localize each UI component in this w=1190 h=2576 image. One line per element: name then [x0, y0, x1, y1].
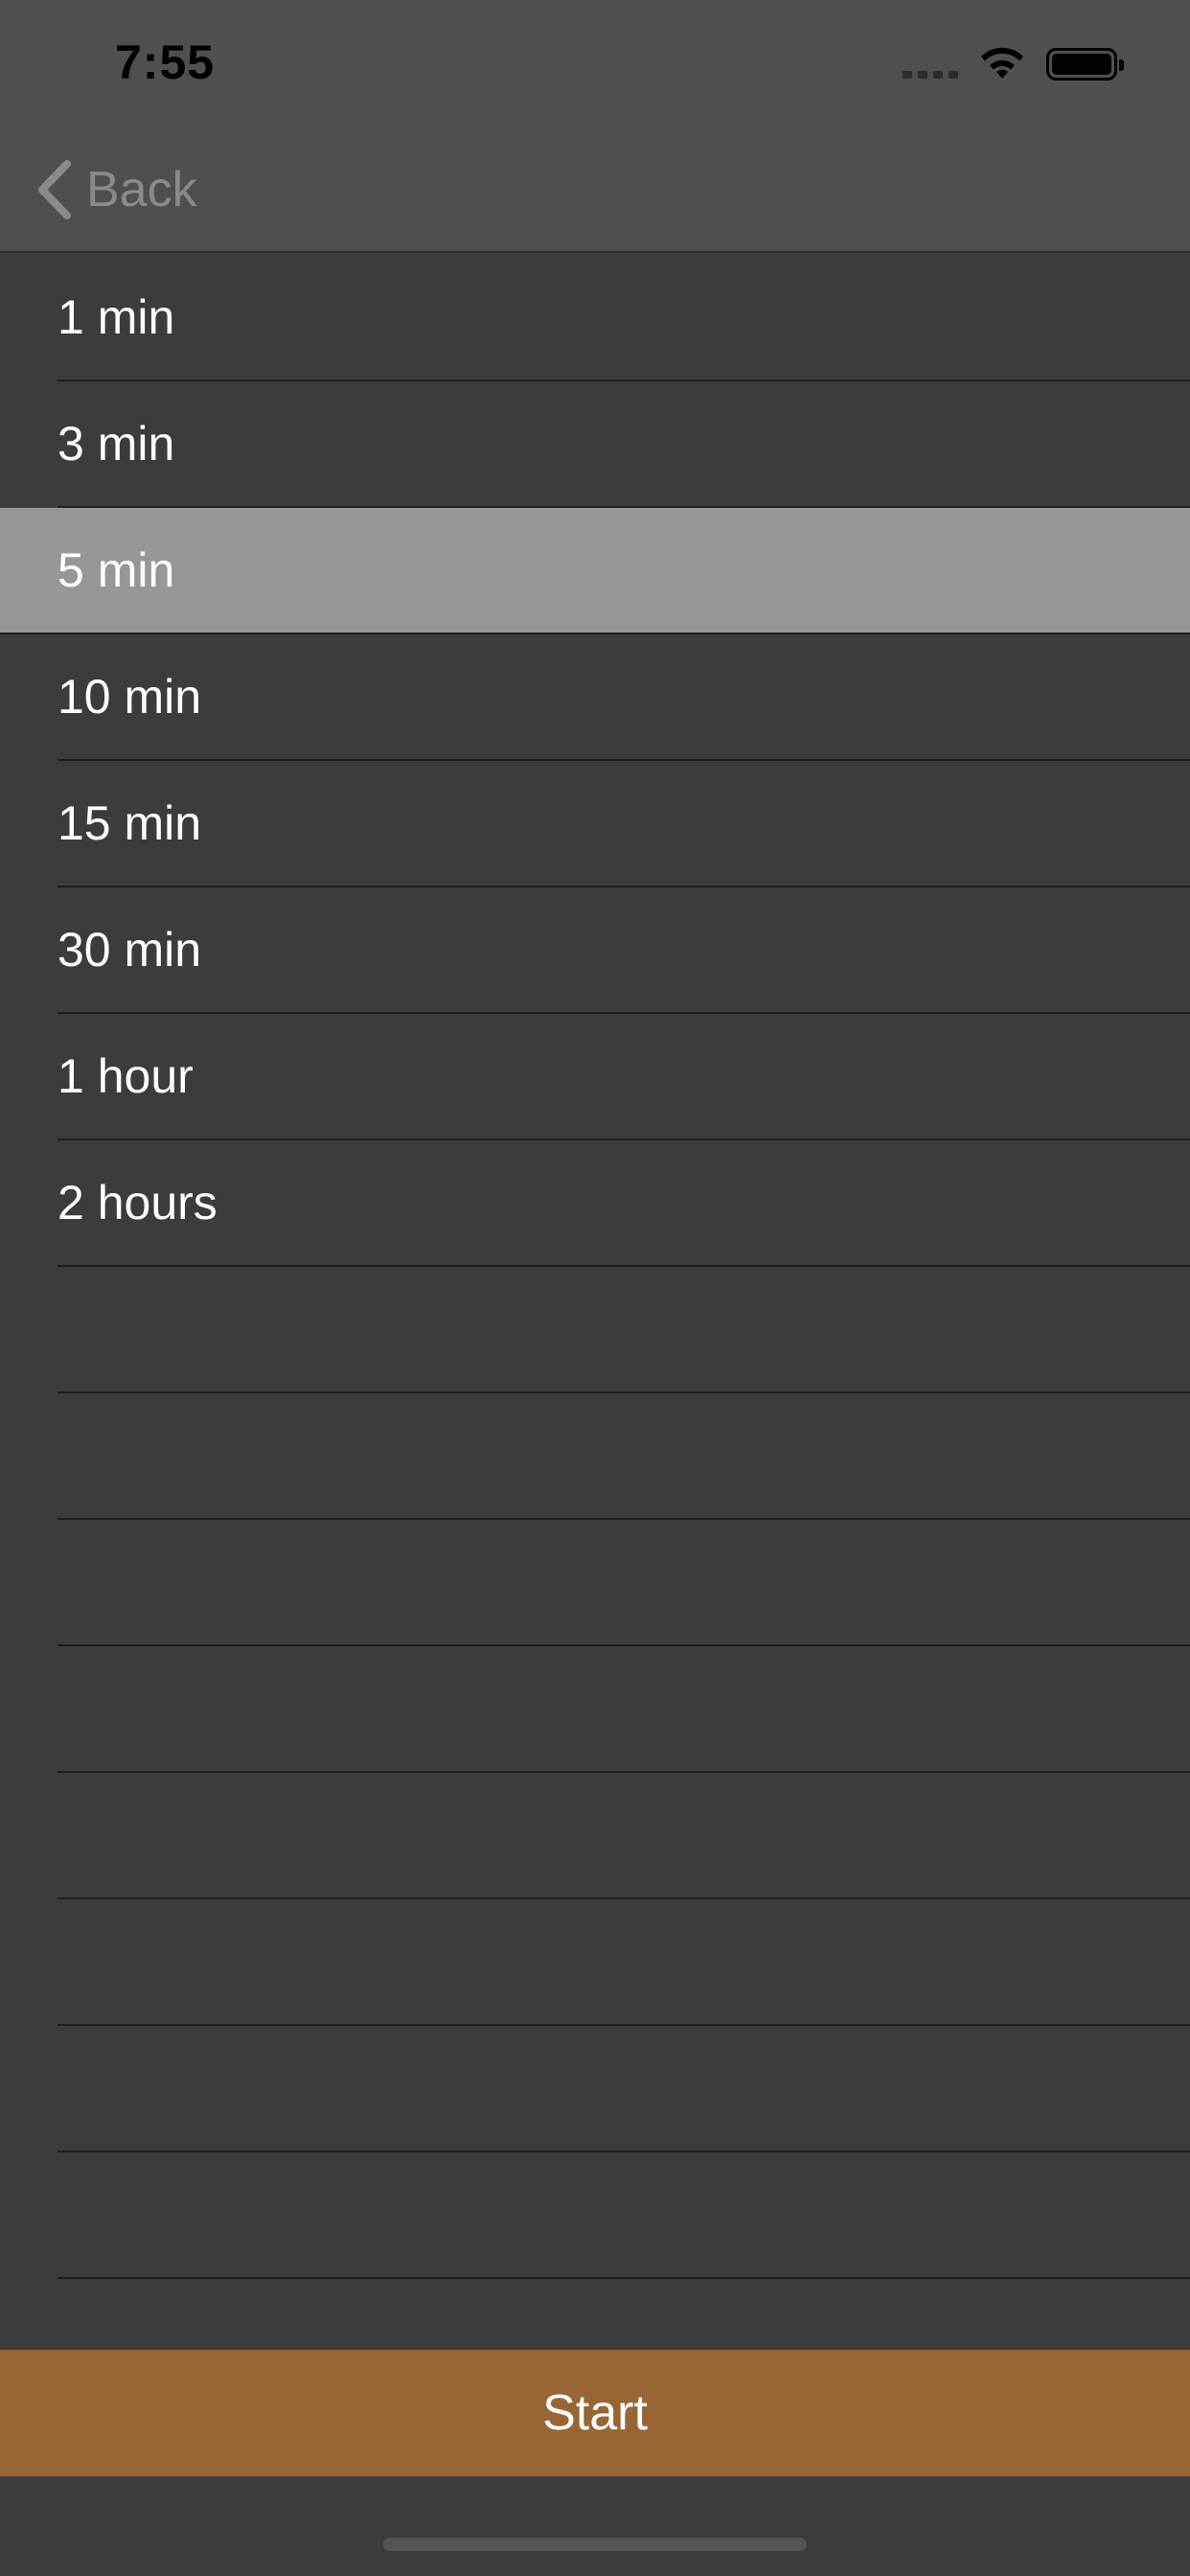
- duration-option-label: 1 hour: [57, 1049, 194, 1103]
- duration-option[interactable]: 1 hour: [0, 1014, 1190, 1140]
- empty-row: [0, 1899, 1190, 2026]
- duration-option-label: 5 min: [57, 543, 175, 597]
- empty-row: [0, 1520, 1190, 1646]
- empty-row: [0, 1393, 1190, 1520]
- empty-row: [0, 1773, 1190, 1899]
- duration-list: 1 min 3 min 5 min 10 min 15 min 30 min 1 hour 2…: [0, 255, 1190, 2279]
- back-button-label: Back: [86, 162, 197, 218]
- signal-icon: [903, 71, 958, 82]
- duration-option-label: 2 hours: [57, 1176, 217, 1230]
- duration-option-label: 10 min: [57, 670, 202, 724]
- start-button[interactable]: Start: [0, 2350, 1190, 2476]
- chevron-left-icon: [38, 160, 71, 219]
- back-button[interactable]: Back: [34, 153, 197, 226]
- status-icons: [903, 42, 1133, 90]
- navigation-header: 7:55 Back: [0, 0, 1190, 253]
- wifi-icon: [981, 47, 1023, 79]
- duration-option[interactable]: 1 min: [0, 255, 1190, 381]
- duration-option-label: 3 min: [57, 417, 175, 471]
- duration-option[interactable]: 3 min: [0, 381, 1190, 508]
- battery-icon: [1046, 48, 1124, 80]
- duration-option[interactable]: 30 min: [0, 887, 1190, 1014]
- empty-row: [0, 2152, 1190, 2279]
- duration-option[interactable]: 5 min: [0, 508, 1190, 634]
- empty-row: [0, 1646, 1190, 1773]
- duration-option[interactable]: 2 hours: [0, 1140, 1190, 1267]
- duration-option[interactable]: 15 min: [0, 761, 1190, 887]
- home-indicator: [383, 2538, 807, 2551]
- duration-option-label: 15 min: [57, 796, 202, 850]
- empty-row: [0, 1267, 1190, 1393]
- empty-row: [0, 2026, 1190, 2152]
- duration-option-label: 30 min: [57, 923, 202, 977]
- status-time: 7:55: [115, 35, 216, 89]
- duration-option[interactable]: 10 min: [0, 634, 1190, 761]
- duration-option-label: 1 min: [57, 290, 175, 344]
